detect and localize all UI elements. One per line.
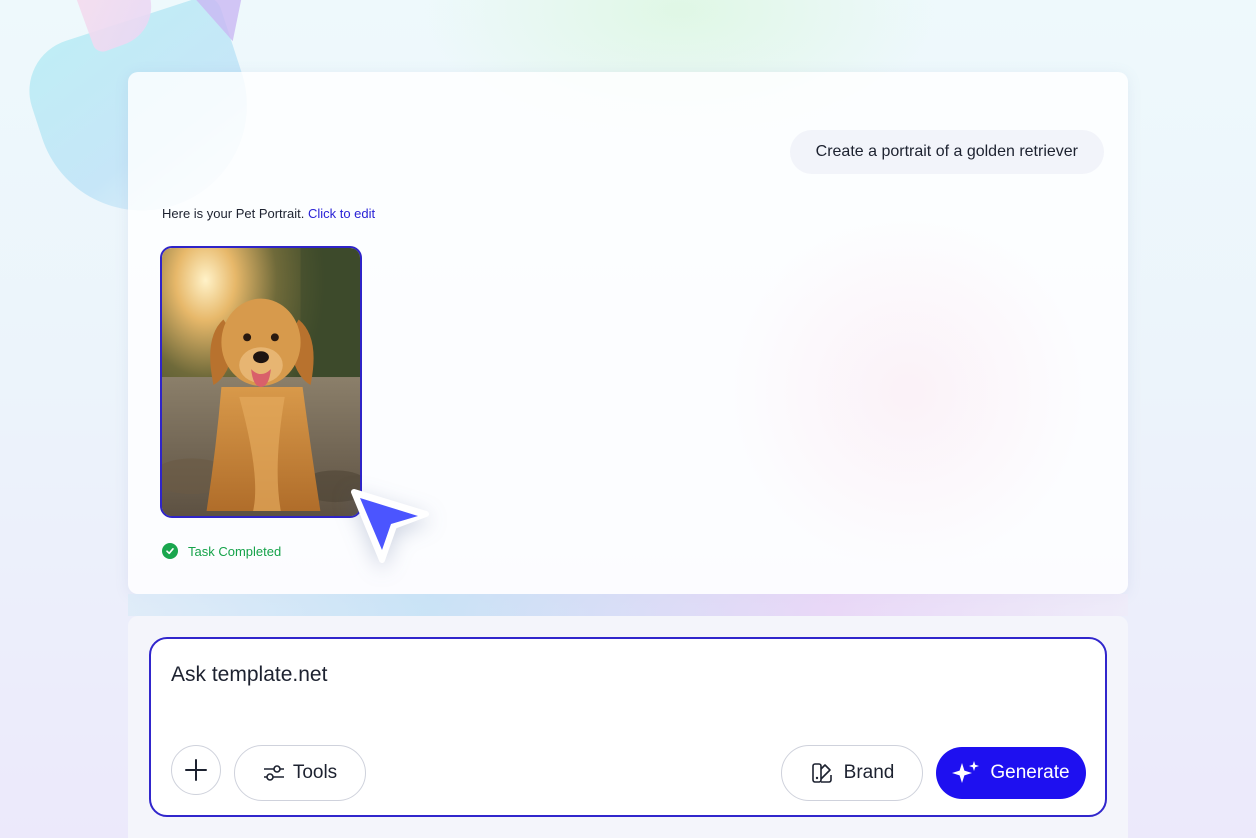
user-message-bubble: Create a portrait of a golden retriever bbox=[789, 130, 1104, 174]
check-circle-icon bbox=[162, 543, 178, 559]
tools-button[interactable]: Tools bbox=[234, 745, 366, 801]
assistant-message: Here is your Pet Portrait. Click to edit bbox=[162, 206, 375, 221]
brand-button-label: Brand bbox=[843, 762, 895, 783]
generate-button[interactable]: Generate bbox=[936, 747, 1086, 799]
prompt-input[interactable] bbox=[171, 663, 1071, 687]
chat-panel: Create a portrait of a golden retriever … bbox=[128, 72, 1128, 594]
pet-portrait-image[interactable] bbox=[160, 246, 362, 518]
plus-icon bbox=[185, 759, 207, 781]
add-button[interactable] bbox=[171, 745, 221, 795]
task-status: Task Completed bbox=[162, 543, 281, 559]
prompt-composer: Tools Brand Generate bbox=[149, 637, 1107, 817]
cursor-arrow-icon bbox=[350, 488, 434, 572]
golden-retriever-photo bbox=[162, 248, 360, 516]
user-message-text: Create a portrait of a golden retriever bbox=[815, 143, 1078, 160]
generate-button-label: Generate bbox=[990, 762, 1070, 783]
assistant-message-text: Here is your Pet Portrait. bbox=[162, 206, 305, 221]
panel-divider bbox=[128, 594, 1128, 616]
brand-palette-icon bbox=[811, 763, 832, 783]
click-to-edit-link[interactable]: Click to edit bbox=[308, 206, 375, 221]
brand-button[interactable]: Brand bbox=[781, 745, 923, 801]
tools-button-label: Tools bbox=[292, 762, 338, 783]
composer-panel: Tools Brand Generate bbox=[128, 616, 1128, 838]
sparkle-icon bbox=[952, 761, 980, 783]
task-status-text: Task Completed bbox=[188, 543, 282, 559]
sliders-icon bbox=[263, 765, 284, 781]
